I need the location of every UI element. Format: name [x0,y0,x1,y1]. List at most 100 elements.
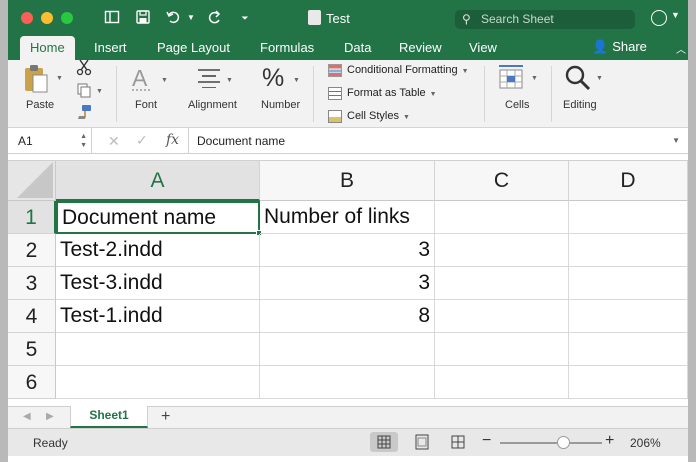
number-dropdown-icon[interactable]: ▼ [293,77,300,84]
editing-dropdown-icon[interactable]: ▼ [596,75,603,82]
name-box-stepper-icon[interactable]: ▲ ▼ [80,132,87,150]
font-dropdown-icon[interactable]: ▼ [161,77,168,84]
cell-a4[interactable]: Test-1.indd [56,300,260,333]
page-layout-view-button[interactable] [408,432,436,452]
cell-d4[interactable] [569,300,688,333]
font-icon[interactable]: A [130,65,160,96]
row-header-2[interactable]: 2 [8,234,56,267]
paste-dropdown-icon[interactable]: ▼ [56,75,63,82]
paste-label[interactable]: Paste [26,99,54,111]
cell-d1[interactable] [569,201,688,234]
cell-a6[interactable] [56,366,260,399]
cell-c3[interactable] [435,267,569,300]
copy-icon[interactable] [76,82,92,101]
cell-styles-button[interactable]: Cell Styles ▼ [328,107,410,125]
customize-toolbar-icon[interactable]: ⏷ [236,9,254,27]
paste-icon[interactable] [22,64,50,97]
cell-a1[interactable]: Document name [56,201,260,234]
alignment-dropdown-icon[interactable]: ▼ [226,77,233,84]
magnifier-icon[interactable] [564,64,592,95]
tab-insert[interactable]: Insert [84,36,137,60]
minimize-window-button[interactable] [41,12,53,24]
editing-label[interactable]: Editing [563,99,597,111]
previous-sheet-icon[interactable]: ◀ [23,411,31,422]
cell-d5[interactable] [569,333,688,366]
cell-a3[interactable]: Test-3.indd [56,267,260,300]
tab-home[interactable]: Home [20,36,75,60]
column-header-c[interactable]: C [435,161,569,201]
cancel-icon[interactable]: ✕ [108,133,120,150]
cells-icon[interactable] [497,64,525,95]
tab-review[interactable]: Review [389,36,452,60]
sheet-tab-sheet1[interactable]: Sheet1 [70,406,148,428]
tab-view[interactable]: View [459,36,507,60]
alignment-label[interactable]: Alignment [188,99,237,111]
cell-b5[interactable] [260,333,435,366]
zoom-in-button[interactable]: + [605,432,614,450]
expand-formula-bar-icon[interactable]: ▼ [672,136,680,145]
copy-dropdown-icon[interactable]: ▼ [96,88,103,95]
add-sheet-button[interactable]: + [161,408,170,426]
cell-c1[interactable] [435,201,569,234]
undo-dropdown-icon[interactable]: ▼ [182,9,200,27]
cell-d2[interactable] [569,234,688,267]
conditional-formatting-button[interactable]: Conditional Formatting ▼ [328,61,469,79]
row-header-4[interactable]: 4 [8,300,56,333]
cell-a2[interactable]: Test-2.indd [56,234,260,267]
undo-icon[interactable] [164,9,182,27]
row-header-5[interactable]: 5 [8,333,56,366]
zoom-level[interactable]: 206% [630,436,661,450]
cell-d3[interactable] [569,267,688,300]
insert-function-icon[interactable]: fx [166,132,179,148]
cell-b2[interactable]: 3 [260,234,435,267]
normal-view-button[interactable] [370,432,398,452]
zoom-slider-thumb[interactable] [557,436,570,449]
cell-c6[interactable] [435,366,569,399]
cell-b3[interactable]: 3 [260,267,435,300]
save-icon[interactable] [134,9,152,27]
close-window-button[interactable] [21,12,33,24]
row-header-3[interactable]: 3 [8,267,56,300]
tab-data[interactable]: Data [334,36,381,60]
cell-c4[interactable] [435,300,569,333]
cell-c2[interactable] [435,234,569,267]
collapse-ribbon-icon[interactable]: ︿ [676,41,686,56]
number-label[interactable]: Number [261,99,300,111]
percent-icon[interactable]: % [262,64,284,93]
feedback-dropdown-icon[interactable]: ▼ [671,10,680,20]
column-header-b[interactable]: B [260,161,435,201]
format-as-table-button[interactable]: Format as Table ▼ [328,84,437,102]
cell-d6[interactable] [569,366,688,399]
cell-c5[interactable] [435,333,569,366]
sidebar-toggle-icon[interactable] [103,9,121,27]
cell-b1[interactable]: Number of links [260,201,435,234]
maximize-window-button[interactable] [61,12,73,24]
cells-label[interactable]: Cells [505,99,529,111]
search-sheet-input[interactable]: ⚲ Search Sheet [455,10,635,29]
redo-icon[interactable] [206,9,224,27]
select-all-button[interactable] [8,161,56,201]
font-label[interactable]: Font [135,99,157,111]
formula-input[interactable]: Document name [197,128,285,154]
alignment-icon[interactable] [197,68,221,91]
name-box[interactable]: A1 ▲ ▼ [8,128,92,154]
enter-icon[interactable]: ✓ [136,132,148,149]
next-sheet-icon[interactable]: ▶ [46,411,54,422]
cut-icon[interactable] [76,58,92,79]
format-painter-icon[interactable] [76,104,92,123]
column-header-d[interactable]: D [569,161,688,201]
cell-a5[interactable] [56,333,260,366]
share-button[interactable]: 👤 Share [592,36,647,60]
row-header-6[interactable]: 6 [8,366,56,399]
column-header-a[interactable]: A [56,161,260,201]
zoom-slider[interactable] [500,436,602,449]
cell-b4[interactable]: 8 [260,300,435,333]
cells-dropdown-icon[interactable]: ▼ [531,75,538,82]
zoom-out-button[interactable]: − [482,432,491,450]
feedback-smiley-icon[interactable] [651,10,667,26]
page-break-view-button[interactable] [444,432,472,452]
row-header-1[interactable]: 1 [8,201,56,234]
tab-page-layout[interactable]: Page Layout [147,36,240,60]
cell-b6[interactable] [260,366,435,399]
tab-formulas[interactable]: Formulas [250,36,324,60]
